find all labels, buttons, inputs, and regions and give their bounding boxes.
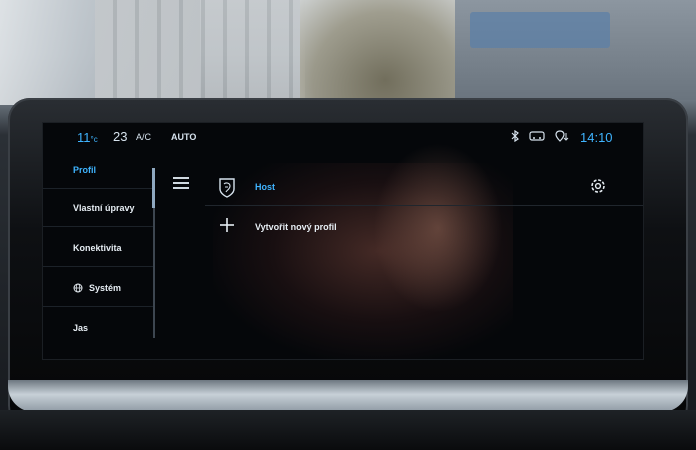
menu-icon[interactable] [173, 177, 189, 189]
sidebar-item-system[interactable]: Systém [43, 269, 155, 307]
gear-icon[interactable] [589, 177, 607, 195]
menu-icon-line [173, 177, 189, 179]
create-profile-row[interactable]: Vytvořit nový profil [205, 207, 643, 247]
auto-label[interactable]: AUTO [171, 132, 196, 142]
host-profile-label: Host [255, 182, 275, 192]
lower-dashboard [0, 410, 696, 450]
status-bar: 11°c 23 A/C AUTO 14:10 [43, 123, 643, 151]
infotainment-screen: 11°c 23 A/C AUTO 14:10 Profil Vlastní úp… [42, 122, 644, 360]
plus-icon [220, 218, 234, 232]
sidebar-item-label: Systém [89, 282, 122, 293]
globe-icon [73, 283, 83, 292]
create-profile-label: Vytvořit nový profil [255, 222, 337, 232]
status-icons [511, 130, 569, 142]
peugeot-lion-logo-icon [219, 178, 235, 198]
profile-panel: Host Vytvořit nový profil [205, 151, 643, 359]
sidebar-active-indicator [152, 168, 155, 208]
sidebar-item-label: Vlastní úpravy [73, 202, 135, 213]
ac-label[interactable]: A/C [136, 132, 151, 142]
chrome-trim [8, 380, 688, 412]
temperature-value: 11 [77, 130, 91, 145]
menu-column [157, 151, 205, 359]
sidebar-item-vlastni-upravy[interactable]: Vlastní úpravy [43, 189, 155, 227]
sidebar-item-label: Jas [73, 323, 89, 333]
sidebar-item-konektivita[interactable]: Konektivita [43, 229, 155, 267]
location-icon [555, 130, 569, 142]
sidebar-item-label: Profil [73, 164, 97, 175]
background-sign [470, 12, 610, 48]
sidebar-item-label: Konektivita [73, 242, 122, 253]
settings-sidebar: Profil Vlastní úpravy Konektivita Systém… [43, 151, 155, 359]
temperature-readout[interactable]: 11°c [77, 130, 98, 145]
fan-speed-readout[interactable]: 23 [113, 129, 127, 144]
profile-row-host[interactable]: Host [205, 165, 643, 206]
clock: 14:10 [580, 130, 613, 145]
menu-icon-line [173, 187, 189, 189]
bluetooth-icon [511, 130, 519, 142]
background-trees [300, 0, 470, 100]
sidebar-item-profil[interactable]: Profil [43, 151, 155, 189]
background-building-facade [95, 0, 305, 100]
car-connect-icon [529, 131, 545, 141]
sidebar-item-jas[interactable]: Jas [43, 309, 155, 347]
menu-icon-line [173, 182, 189, 184]
